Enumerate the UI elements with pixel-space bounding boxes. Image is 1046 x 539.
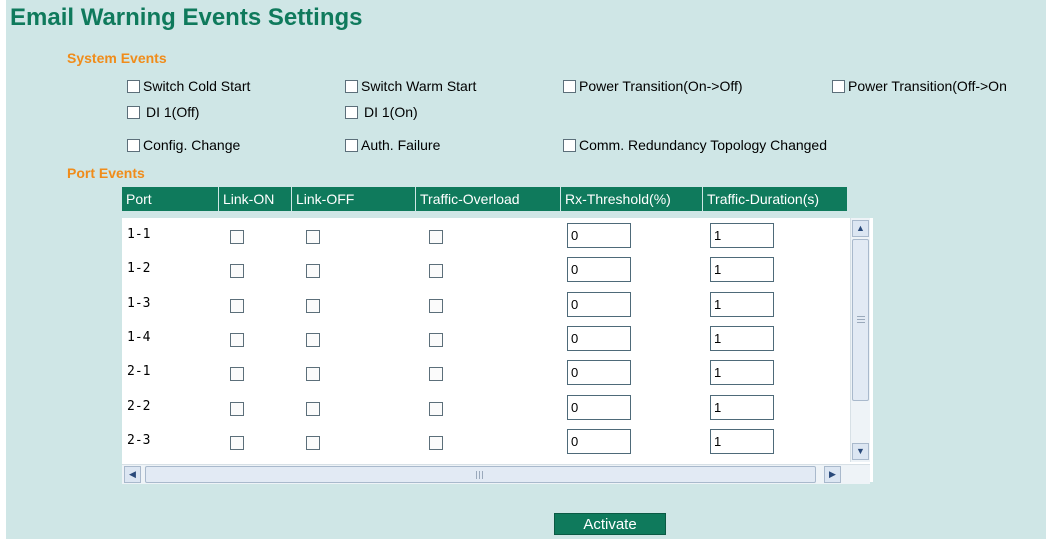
traffic-overload-checkbox[interactable] — [429, 298, 443, 313]
checkbox-label: DI 1(On) — [364, 104, 418, 120]
link-off-checkbox[interactable] — [306, 332, 320, 347]
checkbox-label: Switch Warm Start — [361, 78, 477, 94]
checkbox-box[interactable] — [563, 138, 576, 152]
table-row: 1-4 0 1 — [122, 321, 844, 355]
traffic-overload-checkbox[interactable] — [429, 264, 443, 279]
table-body: 1-1 0 1 1-2 0 1 1-3 0 1 1-4 0 1 2-1 0 1 2-2 0 1 2-3 0 1 ▲ ▼ … — [122, 218, 873, 484]
port-cell: 1-1 — [127, 227, 151, 242]
checkbox-label: Comm. Redundancy Topology Changed — [579, 137, 828, 153]
traffic-overload-checkbox[interactable] — [429, 435, 443, 450]
port-cell: 2-3 — [127, 432, 151, 448]
traffic-duration-input[interactable]: 1 — [710, 291, 774, 317]
column-header-rx-threshold: Rx-Threshold(%) — [561, 187, 703, 211]
checkbox-switch-cold-start[interactable]: Switch Cold Start — [127, 77, 250, 95]
checkbox-box[interactable] — [345, 79, 358, 93]
checkbox-label: Power Transition(On->Off) — [579, 78, 743, 94]
checkbox-box[interactable] — [127, 138, 140, 152]
link-on-checkbox[interactable] — [230, 401, 244, 416]
column-header-traffic-duration: Traffic-Duration(s) — [707, 191, 820, 207]
checkbox-power-transition-on-off[interactable]: Power Transition(On->Off) — [563, 77, 743, 95]
scroll-up-icon[interactable]: ▲ — [852, 220, 869, 237]
table-row: 1-3 0 1 — [122, 287, 844, 321]
checkbox-di1-off[interactable]: DI 1(Off) — [127, 103, 199, 121]
port-cell: 2-1 — [127, 364, 151, 380]
link-off-checkbox[interactable] — [306, 230, 320, 244]
link-on-checkbox[interactable] — [230, 230, 244, 244]
traffic-duration-input[interactable]: 1 — [710, 428, 774, 454]
port-cell: 2-2 — [127, 398, 151, 414]
link-off-checkbox[interactable] — [306, 367, 320, 382]
checkbox-box[interactable] — [127, 105, 140, 119]
checkbox-box[interactable] — [127, 79, 140, 93]
table-row: 1-1 0 1 — [122, 218, 844, 252]
rx-threshold-input[interactable]: 0 — [567, 428, 631, 454]
checkbox-label: Config. Change — [143, 137, 241, 153]
column-header-port: Port — [122, 187, 219, 211]
horizontal-scrollbar[interactable]: ◀ ▶ — [122, 464, 870, 484]
link-on-checkbox[interactable] — [230, 264, 244, 279]
checkbox-box[interactable] — [345, 138, 358, 152]
checkbox-power-transition-off-on[interactable]: Power Transition(Off->On — [832, 77, 1007, 95]
table-row: 2-1 0 1 — [122, 355, 844, 389]
link-on-checkbox[interactable] — [230, 435, 244, 450]
port-cell: 1-4 — [127, 329, 151, 345]
scroll-down-icon[interactable]: ▼ — [852, 443, 869, 460]
table-header: Port Link-ON Link-OFF Traffic-Overload R… — [122, 187, 847, 211]
rx-threshold-input[interactable]: 0 — [567, 291, 631, 317]
system-events-title: System Events — [67, 50, 167, 66]
rx-threshold-input[interactable]: 0 — [567, 394, 631, 420]
table-row: 2-2 0 1 — [122, 390, 844, 424]
traffic-duration-input[interactable]: 1 — [710, 257, 774, 283]
traffic-overload-checkbox[interactable] — [429, 367, 443, 382]
rx-threshold-input[interactable]: 0 — [567, 257, 631, 283]
link-on-checkbox[interactable] — [230, 332, 244, 347]
traffic-duration-input[interactable]: 1 — [710, 223, 774, 248]
checkbox-switch-warm-start[interactable]: Switch Warm Start — [345, 77, 476, 95]
column-header-link-off: Link-OFF — [292, 187, 416, 211]
checkbox-box[interactable] — [563, 79, 576, 93]
checkbox-auth-failure[interactable]: Auth. Failure — [345, 136, 440, 154]
column-header-link-on: Link-ON — [219, 187, 292, 211]
activate-button[interactable]: Activate — [554, 513, 666, 535]
vertical-scrollbar[interactable]: ▲ ▼ — [850, 218, 870, 462]
vertical-scroll-thumb[interactable] — [852, 239, 869, 401]
traffic-duration-input[interactable]: 1 — [710, 394, 774, 420]
checkbox-di1-on[interactable]: DI 1(On) — [345, 103, 418, 121]
table-row: 1-2 0 1 — [122, 252, 844, 286]
link-off-checkbox[interactable] — [306, 435, 320, 450]
port-events-title: Port Events — [67, 165, 145, 181]
checkbox-label: Auth. Failure — [361, 137, 441, 153]
checkbox-comm-redundancy[interactable]: Comm. Redundancy Topology Changed — [563, 136, 827, 154]
table-row: 2-3 0 1 — [122, 424, 844, 458]
port-cell: 1-3 — [127, 295, 151, 311]
scroll-right-icon[interactable]: ▶ — [824, 466, 841, 483]
horizontal-scroll-thumb[interactable] — [145, 466, 816, 483]
checkbox-label: DI 1(Off) — [146, 104, 200, 120]
checkbox-label: Switch Cold Start — [143, 78, 251, 94]
traffic-overload-checkbox[interactable] — [429, 401, 443, 416]
column-header-traffic-overload: Traffic-Overload — [416, 187, 561, 211]
link-off-checkbox[interactable] — [306, 401, 320, 416]
settings-panel: Email Warning Events Settings System Eve… — [6, 0, 1046, 539]
traffic-duration-input[interactable]: 1 — [710, 360, 774, 386]
link-off-checkbox[interactable] — [306, 298, 320, 313]
traffic-overload-checkbox[interactable] — [429, 332, 443, 347]
port-cell: 1-2 — [127, 261, 151, 277]
link-on-checkbox[interactable] — [230, 367, 244, 382]
rx-threshold-input[interactable]: 0 — [567, 325, 631, 351]
checkbox-box[interactable] — [832, 79, 845, 93]
checkbox-label: Power Transition(Off->On — [848, 78, 1007, 94]
link-off-checkbox[interactable] — [306, 264, 320, 279]
checkbox-config-change[interactable]: Config. Change — [127, 136, 240, 154]
rx-threshold-input[interactable]: 0 — [567, 223, 631, 248]
page-title: Email Warning Events Settings — [10, 4, 363, 31]
scroll-left-icon[interactable]: ◀ — [124, 466, 141, 483]
checkbox-box[interactable] — [345, 105, 358, 119]
rx-threshold-input[interactable]: 0 — [567, 360, 631, 386]
traffic-overload-checkbox[interactable] — [429, 230, 443, 244]
traffic-duration-input[interactable]: 1 — [710, 325, 774, 351]
link-on-checkbox[interactable] — [230, 298, 244, 313]
